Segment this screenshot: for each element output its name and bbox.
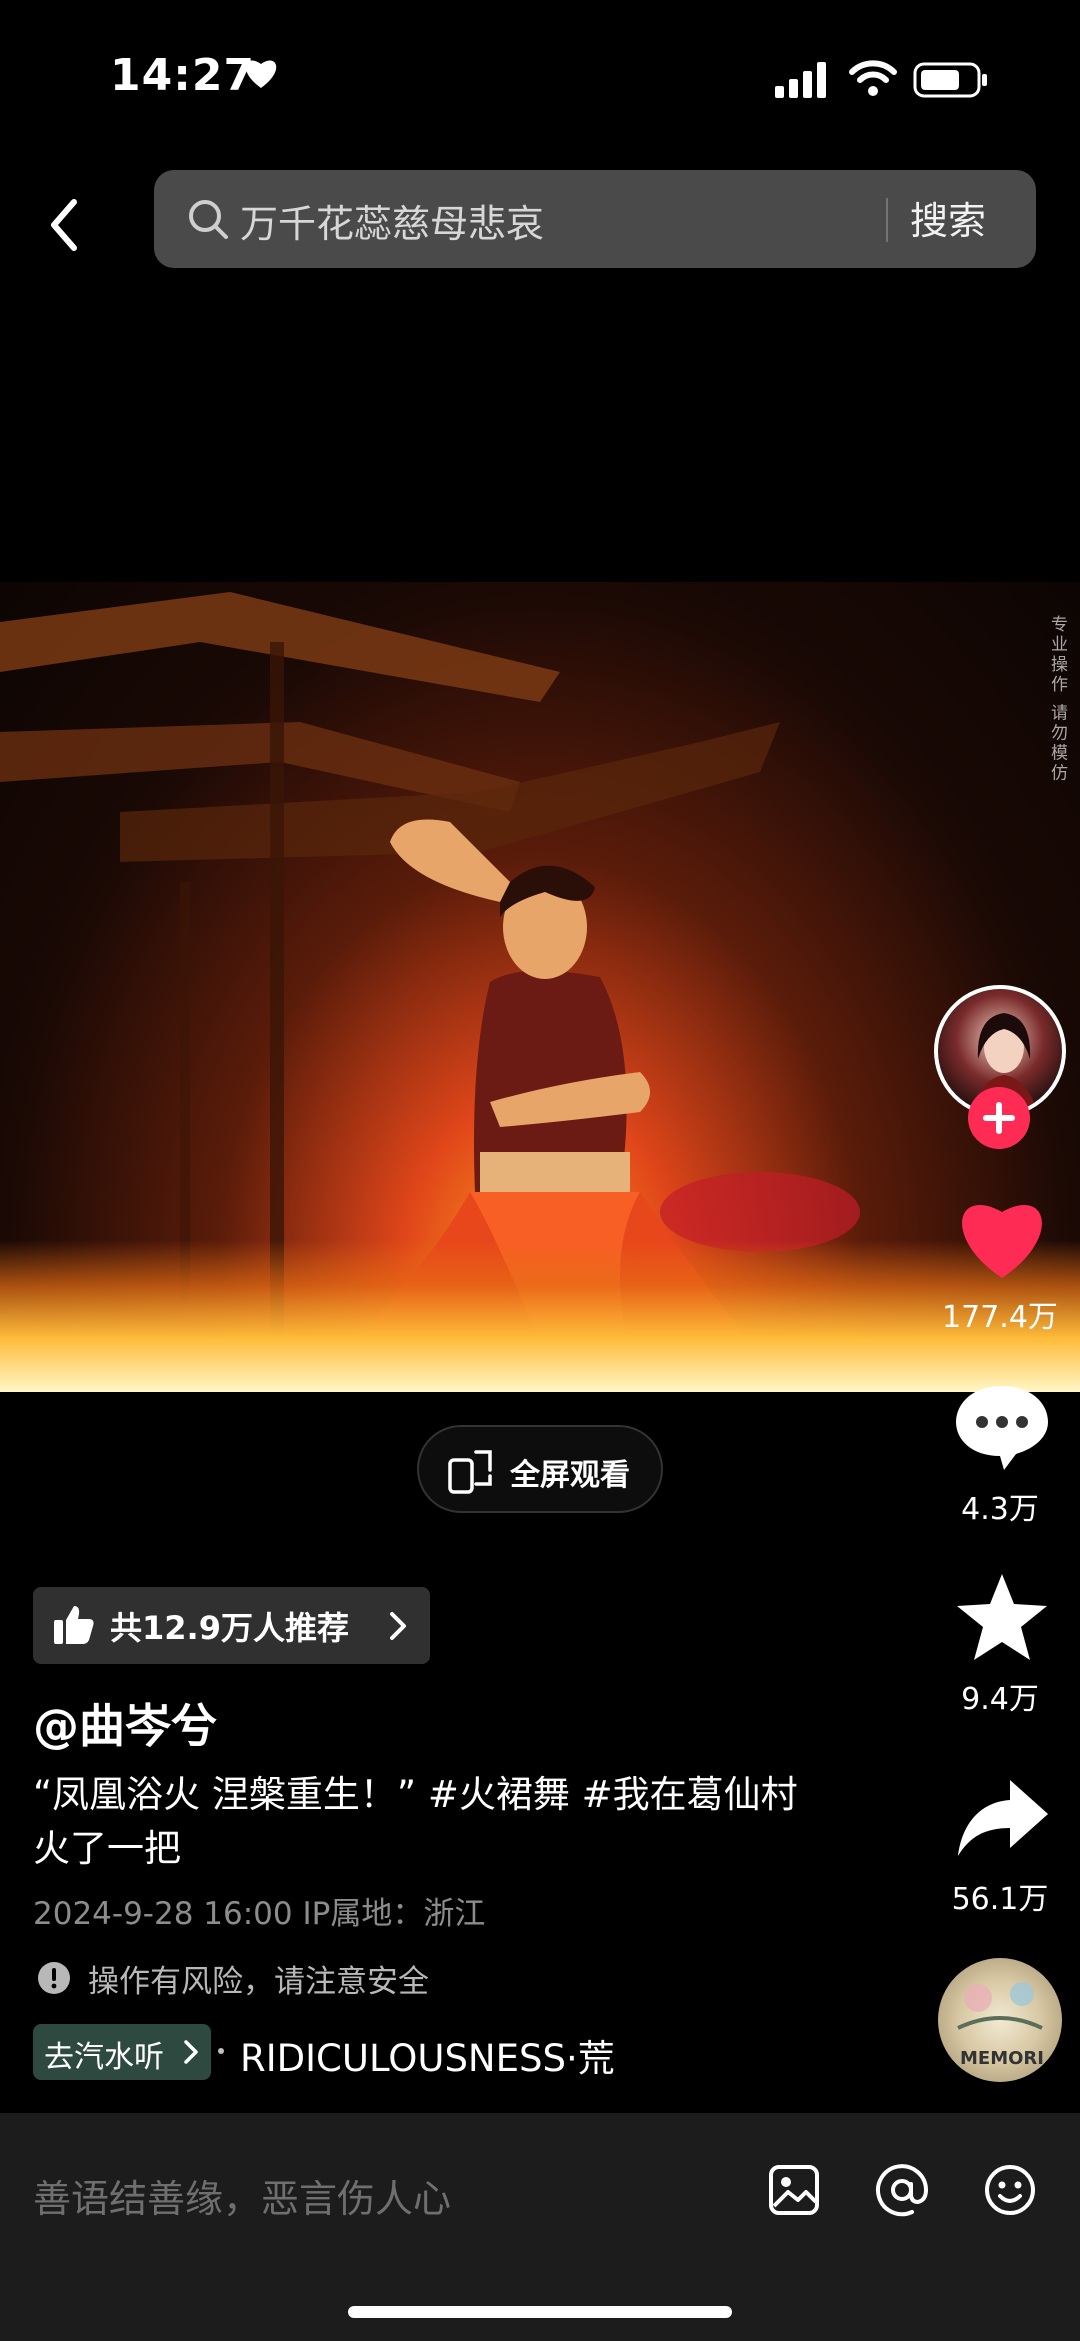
favorite-count: 9.4万 <box>961 1682 1039 1717</box>
music-title[interactable]: RIDICULOUSNESS·荒 <box>240 2028 615 2082</box>
post-meta: 2024-9-28 16:00 IP属地：浙江 <box>33 1896 486 1932</box>
image-icon[interactable] <box>766 2162 822 2218</box>
favorite-star-icon[interactable] <box>952 1572 1052 1662</box>
comment-icon[interactable] <box>952 1380 1052 1470</box>
share-count: 56.1万 <box>951 1882 1049 1917</box>
listen-button-label: 去汽水听 <box>44 2040 164 2075</box>
like-count: 177.4万 <box>942 1300 1058 1335</box>
author-name[interactable]: @曲岑兮 <box>33 1690 217 1756</box>
fullscreen-rotate-icon <box>448 1450 492 1494</box>
video-description[interactable]: “凤凰浴火 涅槃重生！” #火裙舞 #我在葛仙村火了一把 <box>33 1768 833 1876</box>
fullscreen-label: 全屏观看 <box>510 1458 630 1493</box>
follow-button[interactable] <box>968 1087 1030 1149</box>
emoji-icon[interactable] <box>982 2162 1038 2218</box>
chevron-right-icon <box>184 2040 198 2064</box>
plus-icon <box>983 1102 1015 1134</box>
warning-icon <box>38 1962 70 1994</box>
wifi-icon <box>849 60 897 96</box>
chevron-right-icon <box>390 1612 406 1640</box>
search-input[interactable]: 万千花蕊慈母悲哀 <box>240 193 544 248</box>
music-separator-dot <box>218 2048 224 2054</box>
video-watermark: 专业操作 请勿模仿 <box>1047 615 1067 784</box>
search-icon <box>189 200 228 239</box>
disc-label: MEMORI <box>960 2048 1044 2069</box>
battery-icon <box>913 62 987 98</box>
mention-at-icon[interactable] <box>874 2162 930 2218</box>
search-button[interactable]: 搜索 <box>910 190 986 245</box>
home-indicator[interactable] <box>348 2306 732 2318</box>
signal-icon <box>775 62 826 98</box>
heart-status-icon <box>245 60 277 88</box>
status-time: 14:27 <box>110 50 256 101</box>
fire-flames <box>0 1240 1080 1392</box>
share-arrow-icon[interactable] <box>952 1772 1052 1862</box>
comment-count: 4.3万 <box>961 1492 1039 1527</box>
like-heart-icon[interactable] <box>952 1192 1052 1282</box>
search-divider <box>886 198 888 242</box>
recommend-label: 共12.9万人推荐 <box>110 1609 349 1647</box>
risk-notice: 操作有风险，请注意安全 <box>88 1964 429 2000</box>
back-icon[interactable] <box>40 190 90 260</box>
comment-input[interactable]: 善语结善缘，恶言伤人心 <box>33 2168 451 2223</box>
thumbs-up-icon <box>54 1606 94 1644</box>
